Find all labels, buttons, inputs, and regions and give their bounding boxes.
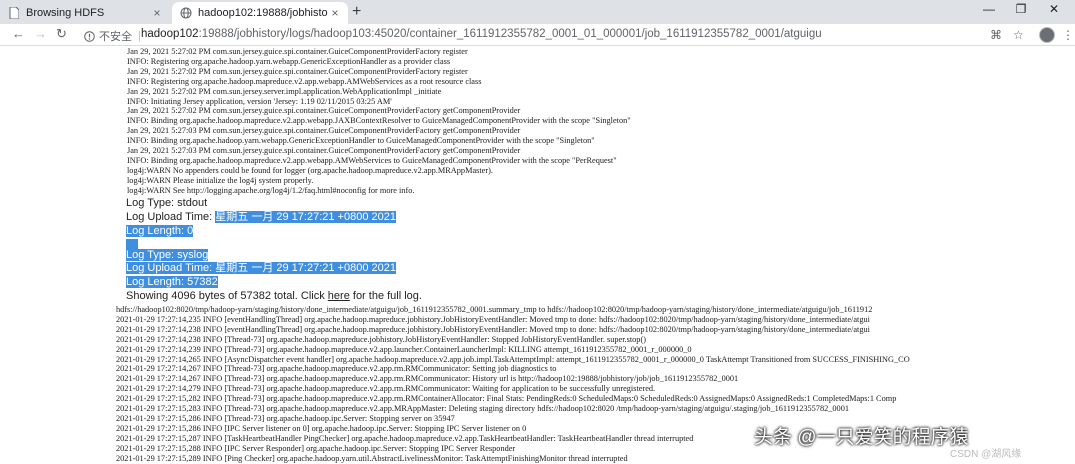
log-line: INFO: Initiating Jersey application, ver… [127, 96, 392, 106]
upload-time-prefix: Log Upload Time: [126, 211, 216, 223]
close-tab-icon[interactable]: × [328, 6, 342, 20]
showing-prefix: Showing 4096 bytes of 57382 total. Click [126, 290, 328, 302]
log-line: 2021-01-29 17:27:15,282 INFO [Thread-73]… [116, 394, 897, 404]
new-tab-button[interactable]: + [352, 3, 361, 21]
syslog-upload-time: Log Upload Time: 星期五 一月 29 17:27:21 +080… [126, 262, 396, 275]
syslog-upload-text: Log Upload Time: 星期五 一月 29 17:27:21 +080… [126, 262, 396, 274]
stdout-log-length: Log Length: 0 [126, 225, 194, 238]
url-path: :19888/jobhistory/logs/hadoop103:45020/c… [198, 28, 822, 40]
syslog-type-text: Log Type: syslog [126, 249, 209, 261]
log-line: 2021-01-29 17:27:14,267 INFO [Thread-73]… [116, 364, 557, 374]
log-line: 2021-01-29 17:27:15,289 INFO [Ping Check… [116, 453, 628, 463]
warning-icon [84, 30, 95, 42]
back-icon[interactable]: ← [12, 26, 25, 41]
tab-title: Browsing HDFS [26, 7, 105, 19]
log-line: INFO: Binding org.apache.hadoop.mapreduc… [127, 116, 631, 126]
tab-title: hadoop102:19888/jobhistory/l [198, 7, 328, 19]
log-line: Jan 29, 2021 5:27:03 PM com.sun.jersey.g… [127, 146, 521, 156]
log-length-text: Log Length: 0 [126, 225, 194, 237]
log-line: 2021-01-29 17:27:14,267 INFO [Thread-73]… [116, 374, 739, 384]
log-line: INFO: Registering org.apache.hadoop.yarn… [127, 56, 451, 66]
log-line: Jan 29, 2021 5:27:03 PM com.sun.jersey.g… [127, 126, 521, 136]
restore-button[interactable]: ❐ [1007, 2, 1035, 16]
menu-icon[interactable]: ⋮ [1062, 28, 1074, 42]
stdout-log-type: Log Type: stdout [126, 197, 208, 209]
upload-time-value: 星期五 一月 29 17:27:21 +0800 2021 [215, 211, 396, 223]
log-line: Jan 29, 2021 5:27:02 PM com.sun.jersey.g… [127, 66, 468, 76]
log-line: INFO: Registering org.apache.hadoop.mapr… [127, 76, 482, 86]
log-line: log4j:WARN See http://logging.apache.org… [127, 185, 415, 195]
close-window-button[interactable]: ✕ [1040, 2, 1068, 16]
log-line: 2021-01-29 17:27:14,238 INFO [Thread-73]… [116, 334, 646, 344]
log-line: log4j:WARN No appenders could be found f… [127, 165, 493, 175]
log-line: 2021-01-29 17:27:14,279 INFO [Thread-73]… [116, 384, 656, 394]
showing-bytes-line: Showing 4096 bytes of 57382 total. Click… [126, 290, 422, 303]
log-line: Jan 29, 2021 5:27:02 PM com.sun.jersey.g… [127, 106, 521, 116]
translate-icon[interactable]: ⌘ [990, 28, 1002, 42]
tab-jobhistory[interactable]: hadoop102:19888/jobhistory/l × [172, 2, 348, 24]
log-line: Jan 29, 2021 5:27:02 PM com.sun.jersey.g… [127, 47, 468, 56]
showing-suffix: for the full log. [349, 290, 422, 302]
log-top-block: Jan 29, 2021 5:27:02 PM com.sun.jersey.g… [127, 47, 631, 196]
log-line: 2021-01-29 17:27:14,239 INFO [Thread-73]… [116, 344, 692, 354]
document-icon [8, 7, 20, 19]
syslog-log-type: Log Type: syslog [126, 249, 209, 262]
log-line: 2021-01-29 17:27:15,283 INFO [Thread-73]… [116, 404, 849, 414]
full-log-link[interactable]: here [328, 290, 350, 302]
log-line: 2021-01-29 17:27:14,235 INFO [eventHandl… [116, 314, 870, 324]
log-page: Jan 29, 2021 5:27:02 PM com.sun.jersey.g… [0, 46, 1075, 464]
bookmark-star-icon[interactable]: ☆ [1013, 28, 1024, 42]
security-label: 不安全 [99, 31, 132, 43]
syslog-log-length: Log Length: 57382 [126, 276, 218, 289]
watermark-text: 头条 @一只爱笑的程序猿 [754, 427, 969, 448]
url-host: hadoop102 [141, 28, 199, 40]
log-line: 2021-01-29 17:27:14,265 INFO [AsyncDispa… [116, 354, 910, 364]
log-line: hdfs://hadoop102:8020/tmp/hadoop-yarn/st… [116, 305, 873, 314]
security-indicator[interactable]: 不安全 | [84, 28, 141, 44]
globe-icon [180, 7, 192, 19]
close-tab-icon[interactable]: × [150, 6, 164, 20]
profile-avatar[interactable] [1039, 27, 1055, 43]
log-line: 2021-01-29 17:27:14,238 INFO [eventHandl… [116, 324, 870, 334]
stdout-upload-time: Log Upload Time: 星期五 一月 29 17:27:21 +080… [126, 211, 396, 224]
log-line: Jan 29, 2021 5:27:02 PM com.sun.jersey.s… [127, 86, 442, 96]
reload-icon[interactable]: ↻ [56, 26, 67, 42]
watermark-subtext: CSDN @湖风缘 [950, 449, 1022, 460]
syslog-length-text: Log Length: 57382 [126, 276, 218, 288]
log-line: log4j:WARN Please initialize the log4j s… [127, 175, 314, 185]
forward-icon[interactable]: → [34, 26, 47, 41]
log-line: INFO: Binding org.apache.hadoop.yarn.web… [127, 136, 595, 146]
tab-browsing-hdfs[interactable]: Browsing HDFS × [0, 2, 170, 24]
browser-toolbar: ← → ↻ 不安全 | hadoop102:19888/jobhistory/l… [0, 24, 1075, 46]
log-line: INFO: Binding org.apache.hadoop.mapreduc… [127, 155, 617, 165]
tab-bar: Browsing HDFS × hadoop102:19888/jobhisto… [0, 0, 1075, 24]
address-input[interactable]: hadoop102:19888/jobhistory/logs/hadoop10… [141, 28, 822, 40]
minimize-button[interactable]: — [975, 2, 1003, 16]
